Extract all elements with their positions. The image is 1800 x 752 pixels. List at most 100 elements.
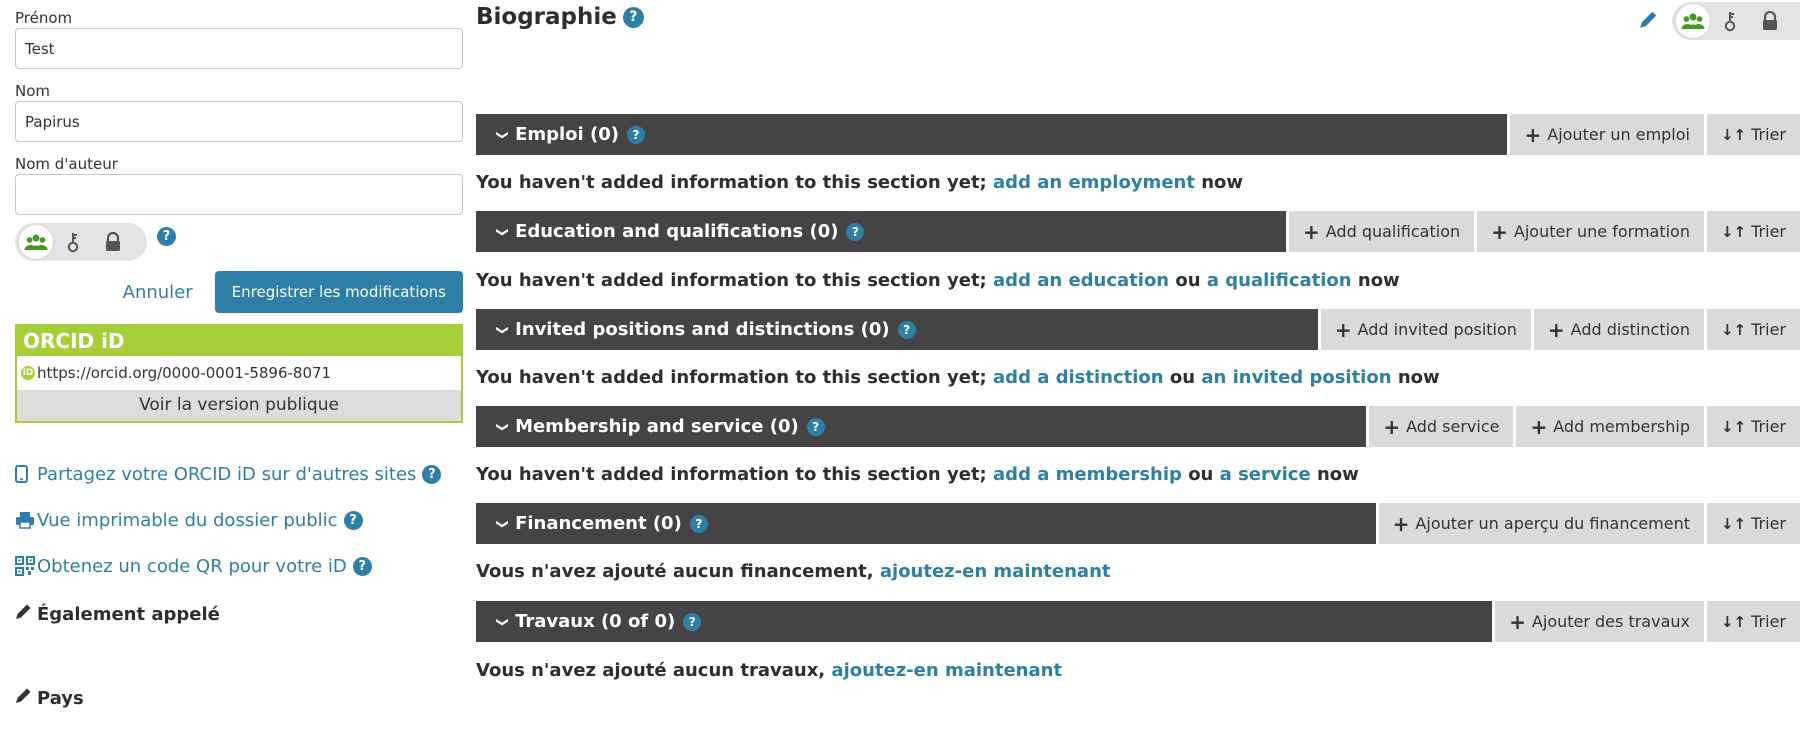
- edit-biography-button[interactable]: [1639, 10, 1658, 33]
- share-orcid-link[interactable]: Partagez votre ORCID iD sur d'autres sit…: [15, 451, 463, 497]
- section-title: Travaux (0 of 0): [515, 611, 676, 632]
- sort-button[interactable]: ↓↑ Trier: [1703, 406, 1800, 447]
- biography-visibility-selector[interactable]: [1672, 2, 1800, 40]
- plus-icon: +: [1524, 122, 1542, 147]
- section-empty-message: You haven't added information to this se…: [476, 172, 1244, 193]
- section-header[interactable]: ❯ Invited positions and distinctions (0)…: [476, 309, 1318, 350]
- add-distinction-button[interactable]: + Add distinction: [1530, 309, 1704, 350]
- section-help-icon[interactable]: ?: [897, 320, 916, 339]
- section-help-icon[interactable]: ?: [689, 514, 708, 533]
- orcid-id-url[interactable]: https://orcid.org/0000-0001-5896-8071: [37, 356, 331, 390]
- last-name-input[interactable]: [15, 101, 463, 142]
- add-invited-position-link[interactable]: an invited position: [1201, 367, 1391, 388]
- share-orcid-help-icon[interactable]: ?: [422, 464, 442, 484]
- name-visibility-row: ?: [15, 223, 463, 261]
- visibility-help-icon[interactable]: ?: [157, 226, 176, 246]
- printable-record-help-icon[interactable]: ?: [343, 510, 363, 530]
- visibility-selector[interactable]: [15, 223, 147, 261]
- orcid-logo-icon: iD: [21, 366, 35, 380]
- country-heading[interactable]: Pays: [15, 687, 463, 709]
- qr-code-link[interactable]: Obtenez un code QR pour votre iD ?: [15, 543, 463, 589]
- add-qualification-button[interactable]: + Add qualification: [1285, 211, 1475, 252]
- author-name-input[interactable]: [15, 174, 463, 215]
- orcid-id-url-row: iD https://orcid.org/0000-0001-5896-8071: [17, 356, 461, 390]
- sort-button[interactable]: ↓↑ Trier: [1703, 114, 1800, 155]
- pencil-icon: [16, 604, 31, 619]
- add-employment-link[interactable]: add an employment: [993, 172, 1195, 193]
- add-education-link[interactable]: add an education: [993, 270, 1169, 291]
- section-header[interactable]: ❯ Financement (0) ?: [476, 503, 1376, 544]
- add-employment-button[interactable]: + Ajouter un emploi: [1507, 114, 1704, 155]
- section-header[interactable]: ❯ Emploi (0) ?: [476, 114, 1508, 155]
- visibility-everyone[interactable]: [1676, 4, 1710, 38]
- chevron-down-icon[interactable]: ❯: [496, 421, 510, 431]
- also-known-as-heading[interactable]: Également appelé: [15, 603, 463, 625]
- pencil-icon: [1640, 11, 1657, 28]
- sort-button[interactable]: ↓↑ Trier: [1703, 503, 1800, 544]
- section-help-icon[interactable]: ?: [683, 612, 702, 631]
- plus-icon: +: [1530, 414, 1548, 439]
- country-label: Pays: [37, 687, 84, 709]
- share-orcid-label: Partagez votre ORCID iD sur d'autres sit…: [37, 463, 417, 485]
- sort-button[interactable]: ↓↑ Trier: [1703, 601, 1800, 642]
- chevron-down-icon[interactable]: ❯: [496, 324, 510, 334]
- sort-button[interactable]: ↓↑ Trier: [1703, 211, 1800, 252]
- add-service-button[interactable]: + Add service: [1366, 406, 1514, 447]
- qr-code-icon: [15, 556, 35, 576]
- lock-icon: [1763, 11, 1777, 30]
- people-icon: [1681, 13, 1705, 29]
- view-public-version-button[interactable]: Voir la version publique: [17, 390, 461, 421]
- section-header[interactable]: ❯ Education and qualifications (0) ?: [476, 211, 1286, 252]
- save-changes-button[interactable]: Enregistrer les modifications: [214, 271, 463, 313]
- add-works-button[interactable]: + Ajouter des travaux: [1492, 601, 1704, 642]
- author-name-label: Nom d'auteur: [15, 155, 118, 173]
- add-membership-button[interactable]: + Add membership: [1513, 406, 1704, 447]
- visibility-trusted[interactable]: [53, 226, 93, 258]
- sort-button[interactable]: ↓↑ Trier: [1703, 309, 1800, 350]
- add-invited-position-button[interactable]: + Add invited position: [1317, 309, 1531, 350]
- biography-help-icon[interactable]: ?: [622, 6, 644, 28]
- add-membership-link[interactable]: add a membership: [993, 464, 1182, 485]
- section-empty-message: Vous n'avez ajouté aucun travaux, ajoute…: [476, 660, 1063, 681]
- section-header[interactable]: ❯ Travaux (0 of 0) ?: [476, 601, 1493, 642]
- people-icon: [24, 234, 48, 250]
- cancel-link[interactable]: Annuler: [123, 282, 193, 303]
- chevron-down-icon[interactable]: ❯: [496, 226, 510, 236]
- side-links: Partagez votre ORCID iD sur d'autres sit…: [15, 451, 463, 589]
- first-name-label: Prénom: [15, 9, 73, 27]
- lock-icon: [106, 232, 120, 251]
- visibility-private[interactable]: [93, 226, 133, 258]
- add-funding-link[interactable]: ajoutez-en maintenant: [880, 561, 1111, 582]
- section-help-icon[interactable]: ?: [846, 222, 865, 241]
- chevron-down-icon[interactable]: ❯: [496, 518, 510, 528]
- section-education: ❯ Education and qualifications (0) ? + Ad…: [476, 211, 1800, 252]
- printable-record-label: Vue imprimable du dossier public: [37, 509, 338, 531]
- add-service-link[interactable]: a service: [1220, 464, 1311, 485]
- biography-title: Biographie: [476, 4, 617, 30]
- sort-icon: ↓↑: [1720, 612, 1747, 631]
- section-help-icon[interactable]: ?: [626, 125, 645, 144]
- qr-code-help-icon[interactable]: ?: [352, 556, 372, 576]
- section-title: Financement (0): [515, 513, 682, 534]
- visibility-everyone[interactable]: [19, 225, 53, 259]
- section-help-icon[interactable]: ?: [806, 417, 825, 436]
- qr-code-label: Obtenez un code QR pour votre iD: [37, 555, 347, 577]
- section-employment: ❯ Emploi (0) ? + Ajouter un emploi ↓↑ Trie…: [476, 114, 1800, 155]
- add-qualification-link[interactable]: a qualification: [1207, 270, 1352, 291]
- section-empty-message: You haven't added information to this se…: [476, 270, 1400, 291]
- chevron-down-icon[interactable]: ❯: [496, 616, 510, 626]
- first-name-input[interactable]: [15, 28, 463, 69]
- visibility-trusted[interactable]: [1710, 5, 1750, 37]
- add-distinction-link[interactable]: add a distinction: [993, 367, 1164, 388]
- chevron-down-icon[interactable]: ❯: [496, 129, 510, 139]
- last-name-label: Nom: [15, 82, 51, 100]
- visibility-private[interactable]: [1750, 5, 1790, 37]
- sort-icon: ↓↑: [1720, 222, 1747, 241]
- add-works-link[interactable]: ajoutez-en maintenant: [831, 660, 1062, 681]
- add-funding-button[interactable]: + Ajouter un aperçu du financement: [1375, 503, 1704, 544]
- biography-tools: [1639, 2, 1800, 40]
- section-header[interactable]: ❯ Membership and service (0) ?: [476, 406, 1367, 447]
- pencil-icon: [16, 688, 31, 703]
- add-education-button[interactable]: + Ajouter une formation: [1474, 211, 1704, 252]
- printable-record-link[interactable]: Vue imprimable du dossier public ?: [15, 497, 463, 543]
